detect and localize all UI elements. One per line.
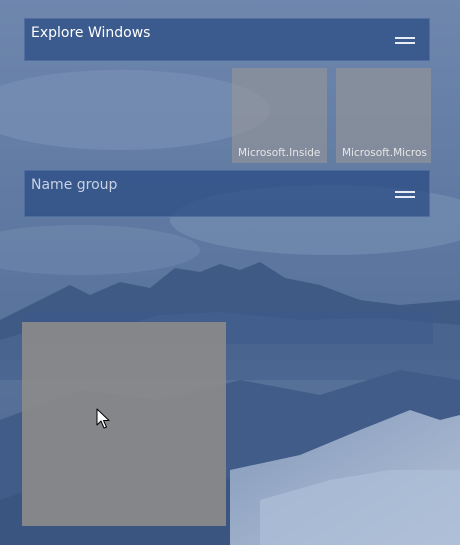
group-header-explore-windows[interactable]: Explore Windows [24,18,430,61]
app-tile-microsoft-app[interactable]: Microsoft.Micros [336,68,431,163]
tile-label: Microsoft.Micros [342,147,427,159]
app-tile-microsoft-insider[interactable]: Microsoft.Inside [232,68,327,163]
group-name-placeholder[interactable]: Name group [31,177,117,193]
tile-label: Microsoft.Inside [238,147,321,159]
dragged-tile[interactable] [22,322,226,526]
group-header-name-group[interactable]: Name group [24,170,430,217]
group-title[interactable]: Explore Windows [31,25,150,41]
mouse-pointer-icon [96,408,110,430]
grip-lines-icon[interactable] [395,191,415,199]
grip-lines-icon[interactable] [395,37,415,45]
